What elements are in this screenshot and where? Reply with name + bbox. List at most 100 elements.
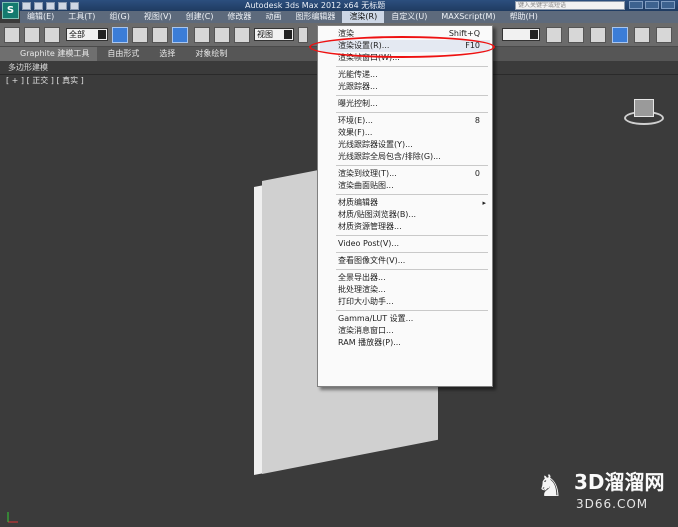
menu-animation[interactable]: 动画 — [258, 11, 288, 23]
render-menu-item[interactable]: 批处理渲染... — [338, 284, 484, 296]
select-link-icon[interactable] — [24, 27, 40, 43]
undo-icon[interactable] — [58, 1, 67, 10]
render-menu-item-label: 渲染 — [338, 29, 354, 38]
select-object-icon[interactable] — [112, 27, 128, 43]
render-menu-item-label: 环境(E)... — [338, 116, 373, 125]
render-production-icon[interactable] — [656, 27, 672, 43]
title-bar: Autodesk 3ds Max 2012 x64 无标题 键入关键字或短语 — [0, 0, 678, 11]
menu-separator — [336, 112, 488, 113]
tab-object-paint[interactable]: 对象绘制 — [185, 47, 237, 61]
menu-bar: 编辑(E) 工具(T) 组(G) 视图(V) 创建(C) 修改器 动画 图形编辑… — [20, 11, 678, 23]
menu-separator — [336, 194, 488, 195]
render-setup-icon[interactable] — [612, 27, 628, 43]
render-menu-item-label: 曝光控制... — [338, 99, 378, 108]
unlink-icon[interactable] — [44, 27, 60, 43]
new-file-icon[interactable] — [22, 1, 31, 10]
render-menu-item-label: 光线跟踪全局包含/排除(G)... — [338, 152, 441, 161]
render-menu-item[interactable]: 材质资源管理器... — [338, 221, 484, 233]
render-menu-item-label: 效果(F)... — [338, 128, 373, 137]
render-menu-item[interactable]: 环境(E)... 8 — [338, 115, 484, 127]
render-menu-item[interactable]: 渲染到纹理(T)... 0 — [338, 168, 484, 180]
menu-separator — [336, 252, 488, 253]
render-menu-item[interactable]: 打印大小助手... — [338, 296, 484, 308]
menu-edit[interactable]: 编辑(E) — [20, 11, 61, 23]
rendering-dropdown-menu: 渲染 Shift+Q 渲染设置(R)... F10 渲染帧窗口(W)... 光能传递...… — [317, 25, 493, 387]
render-menu-item[interactable]: Video Post(V)... — [338, 238, 484, 250]
render-menu-shortcut: 0 — [474, 169, 480, 178]
render-menu-item[interactable]: 全景导出器... — [338, 272, 484, 284]
menu-help[interactable]: 帮助(H) — [503, 11, 545, 23]
scale-icon[interactable] — [234, 27, 250, 43]
menu-tools[interactable]: 工具(T) — [61, 11, 102, 23]
render-menu-item[interactable]: 渲染曲面贴图... — [338, 180, 484, 192]
tab-selection[interactable]: 选择 — [149, 47, 185, 61]
menu-maxscript[interactable]: MAXScript(M) — [434, 11, 502, 23]
watermark: ♞ 3D溜溜网 3D66.COM — [530, 457, 670, 519]
rotate-icon[interactable] — [214, 27, 230, 43]
menu-views[interactable]: 视图(V) — [137, 11, 179, 23]
move-icon[interactable] — [194, 27, 210, 43]
watermark-brand: 3D溜溜网 — [574, 470, 665, 494]
render-menu-item-label: 材质编辑器 — [338, 198, 378, 207]
menu-separator — [336, 165, 488, 166]
menu-separator — [336, 235, 488, 236]
minimize-button[interactable] — [629, 1, 643, 9]
menu-group[interactable]: 组(G) — [102, 11, 136, 23]
render-menu-item[interactable]: 效果(F)... — [338, 127, 484, 139]
window-crossing-icon[interactable] — [172, 27, 188, 43]
render-menu-item[interactable]: 查看图像文件(V)... — [338, 255, 484, 267]
tab-graphite-modeling[interactable]: Graphite 建模工具 — [0, 47, 98, 61]
render-menu-item-label: 材质/贴图浏览器(B)... — [338, 210, 417, 219]
rectangular-selection-icon[interactable] — [152, 27, 168, 43]
render-menu-item-label: 渲染曲面贴图... — [338, 181, 394, 190]
render-menu-item[interactable]: 曝光控制... — [338, 98, 484, 110]
tab-freeform[interactable]: 自由形式 — [97, 47, 149, 61]
menu-create[interactable]: 创建(C) — [179, 11, 221, 23]
menu-customize[interactable]: 自定义(U) — [384, 11, 434, 23]
render-menu-item[interactable]: 材质/贴图浏览器(B)... — [338, 209, 484, 221]
render-menu-item-label: 光跟踪器... — [338, 82, 378, 91]
reference-coord-dropdown[interactable]: 视图 — [254, 28, 294, 41]
selection-filter-dropdown[interactable]: 全部 — [66, 28, 108, 41]
close-button[interactable] — [661, 1, 675, 9]
app-logo-icon[interactable]: S — [2, 2, 19, 19]
select-by-name-icon[interactable] — [132, 27, 148, 43]
menu-separator — [336, 95, 488, 96]
menu-separator — [336, 310, 488, 311]
redo-icon[interactable] — [70, 1, 79, 10]
render-menu-item-label: 光能传递... — [338, 70, 378, 79]
menu-rendering[interactable]: 渲染(R) — [342, 11, 385, 23]
align-icon[interactable] — [568, 27, 584, 43]
render-frame-icon[interactable] — [634, 27, 650, 43]
pivot-icon[interactable] — [298, 27, 308, 43]
render-menu-shortcut: 8 — [474, 116, 480, 125]
render-menu-item-label: 批处理渲染... — [338, 285, 386, 294]
named-selection-dropdown[interactable] — [502, 28, 540, 41]
render-menu-item-label: Video Post(V)... — [338, 239, 400, 248]
render-menu-item[interactable]: 光线跟踪全局包含/排除(G)... — [338, 151, 484, 163]
render-menu-item[interactable]: RAM 播放器(P)... — [338, 337, 484, 349]
menu-graph-editors[interactable]: 图形编辑器 — [288, 11, 342, 23]
layer-manager-icon[interactable] — [590, 27, 606, 43]
render-menu-item-label: 全景导出器... — [338, 273, 386, 282]
render-menu-item[interactable]: 光能传递... — [338, 69, 484, 81]
viewport-label[interactable]: [ + ] [ 正交 ] [ 真实 ] — [6, 76, 84, 86]
render-menu-item[interactable]: 光跟踪器... — [338, 81, 484, 93]
menu-separator — [336, 66, 488, 67]
mirror-icon[interactable] — [546, 27, 562, 43]
render-menu-item[interactable]: Gamma/LUT 设置... — [338, 313, 484, 325]
open-file-icon[interactable] — [34, 1, 43, 10]
watermark-url: 3D66.COM — [576, 497, 649, 511]
viewcube-cube-icon[interactable] — [634, 99, 654, 117]
render-menu-item[interactable]: 光线跟踪器设置(Y)... — [338, 139, 484, 151]
save-file-icon[interactable] — [46, 1, 55, 10]
render-menu-item-label: 渲染消息窗口... — [338, 326, 394, 335]
render-menu-item[interactable]: 材质编辑器 ▸ — [338, 197, 486, 209]
maximize-button[interactable] — [645, 1, 659, 9]
viewcube[interactable] — [622, 95, 666, 131]
menu-modifiers[interactable]: 修改器 — [220, 11, 258, 23]
render-menu-item-label: 渲染到纹理(T)... — [338, 169, 397, 178]
render-menu-item[interactable]: 渲染消息窗口... — [338, 325, 484, 337]
undo-tool-icon[interactable] — [4, 27, 20, 43]
search-input[interactable]: 键入关键字或短语 — [515, 1, 625, 10]
